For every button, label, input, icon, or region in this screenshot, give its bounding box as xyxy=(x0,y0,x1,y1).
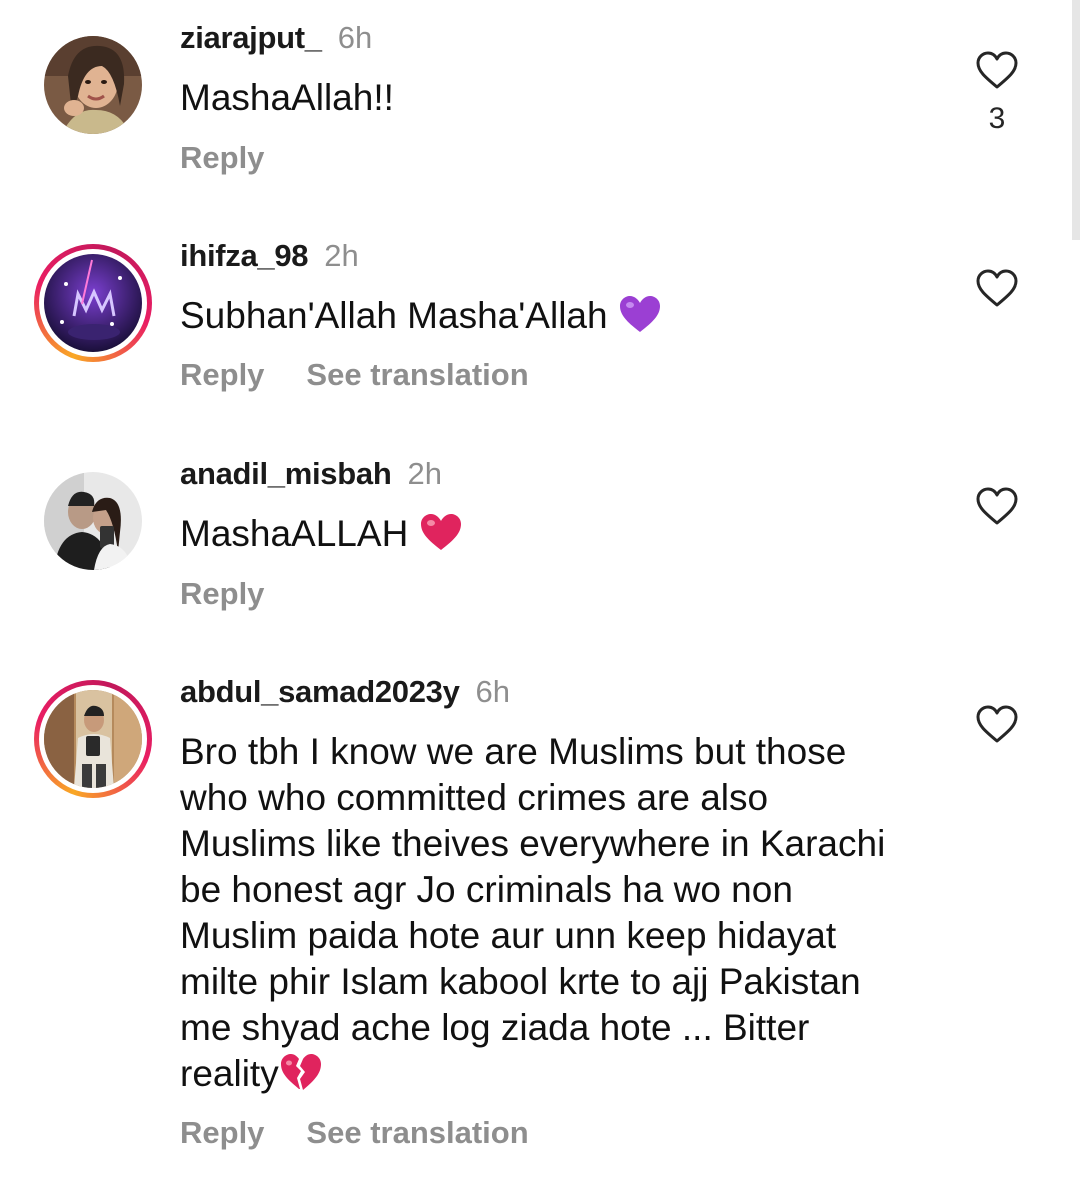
timestamp: 6h xyxy=(475,674,511,709)
comment-text: Bro tbh I know we are Muslims but those … xyxy=(180,729,940,1097)
broken-heart-icon xyxy=(280,1054,321,1090)
reply-button[interactable]: Reply xyxy=(180,140,264,176)
avatar[interactable] xyxy=(44,472,142,570)
heart-outline-icon[interactable] xyxy=(975,268,1019,308)
comment-body: Subhan'Allah Masha'Allah xyxy=(180,295,608,336)
avatar-photo xyxy=(44,254,142,352)
comment-actions: Reply xyxy=(180,576,264,612)
avatar-photo xyxy=(44,690,142,788)
reply-button[interactable]: Reply xyxy=(180,576,264,612)
purple-heart-icon xyxy=(619,296,660,332)
heart-outline-icon[interactable] xyxy=(975,486,1019,526)
heart-outline-icon[interactable] xyxy=(975,704,1019,744)
comment-line: Muslim paida hote aur unn keep hidayat xyxy=(180,915,837,956)
comment-meta: ihifza_98 2h xyxy=(180,238,359,274)
username[interactable]: abdul_samad2023y xyxy=(180,674,460,709)
comment-line: Bro tbh I know we are Muslims but those xyxy=(180,731,847,772)
see-translation-button[interactable]: See translation xyxy=(306,1115,528,1151)
comment-text: MashaAllah!! xyxy=(180,75,940,121)
username[interactable]: ihifza_98 xyxy=(180,238,309,273)
comment-line-last: reality xyxy=(180,1051,940,1097)
comment-meta: anadil_misbah 2h xyxy=(180,456,442,492)
comment-meta: abdul_samad2023y 6h xyxy=(180,674,510,710)
comment-actions: Reply See translation xyxy=(180,1115,529,1151)
comment-line: be honest agr Jo criminals ha wo non xyxy=(180,869,793,910)
comment-actions: Reply See translation xyxy=(180,357,529,393)
comment-line: milte phir Islam kabool krte to ajj Paki… xyxy=(180,961,861,1002)
timestamp: 2h xyxy=(407,456,442,491)
reply-button[interactable]: Reply xyxy=(180,357,264,393)
comment-line: who who committed crimes are also xyxy=(180,777,769,818)
comment-text: MashaALLAH xyxy=(180,511,940,557)
username[interactable]: ziarajput_ xyxy=(180,20,322,55)
red-heart-icon xyxy=(420,514,461,550)
like-count: 3 xyxy=(988,102,1006,135)
timestamp: 6h xyxy=(337,20,373,55)
comment-line: me shyad ache log ziada hote ... Bitter xyxy=(180,1007,810,1048)
heart-outline-icon[interactable] xyxy=(975,50,1019,90)
comment-text: Subhan'Allah Masha'Allah xyxy=(180,293,940,339)
avatar[interactable] xyxy=(44,36,142,134)
scrollbar[interactable] xyxy=(1072,0,1080,240)
comment-line: reality xyxy=(180,1053,279,1094)
avatar[interactable] xyxy=(34,680,152,798)
reply-button[interactable]: Reply xyxy=(180,1115,264,1151)
avatar-photo xyxy=(44,472,142,570)
comment-actions: Reply xyxy=(180,140,264,176)
see-translation-button[interactable]: See translation xyxy=(306,357,528,393)
avatar[interactable] xyxy=(34,244,152,362)
comment-line: Muslims like theives everywhere in Karac… xyxy=(180,823,886,864)
comment-body: MashaALLAH xyxy=(180,513,409,554)
username[interactable]: anadil_misbah xyxy=(180,456,392,491)
comment-body: MashaAllah!! xyxy=(180,77,394,118)
comment-meta: ziarajput_ 6h xyxy=(180,20,372,56)
timestamp: 2h xyxy=(324,238,359,273)
avatar-photo xyxy=(44,36,142,134)
